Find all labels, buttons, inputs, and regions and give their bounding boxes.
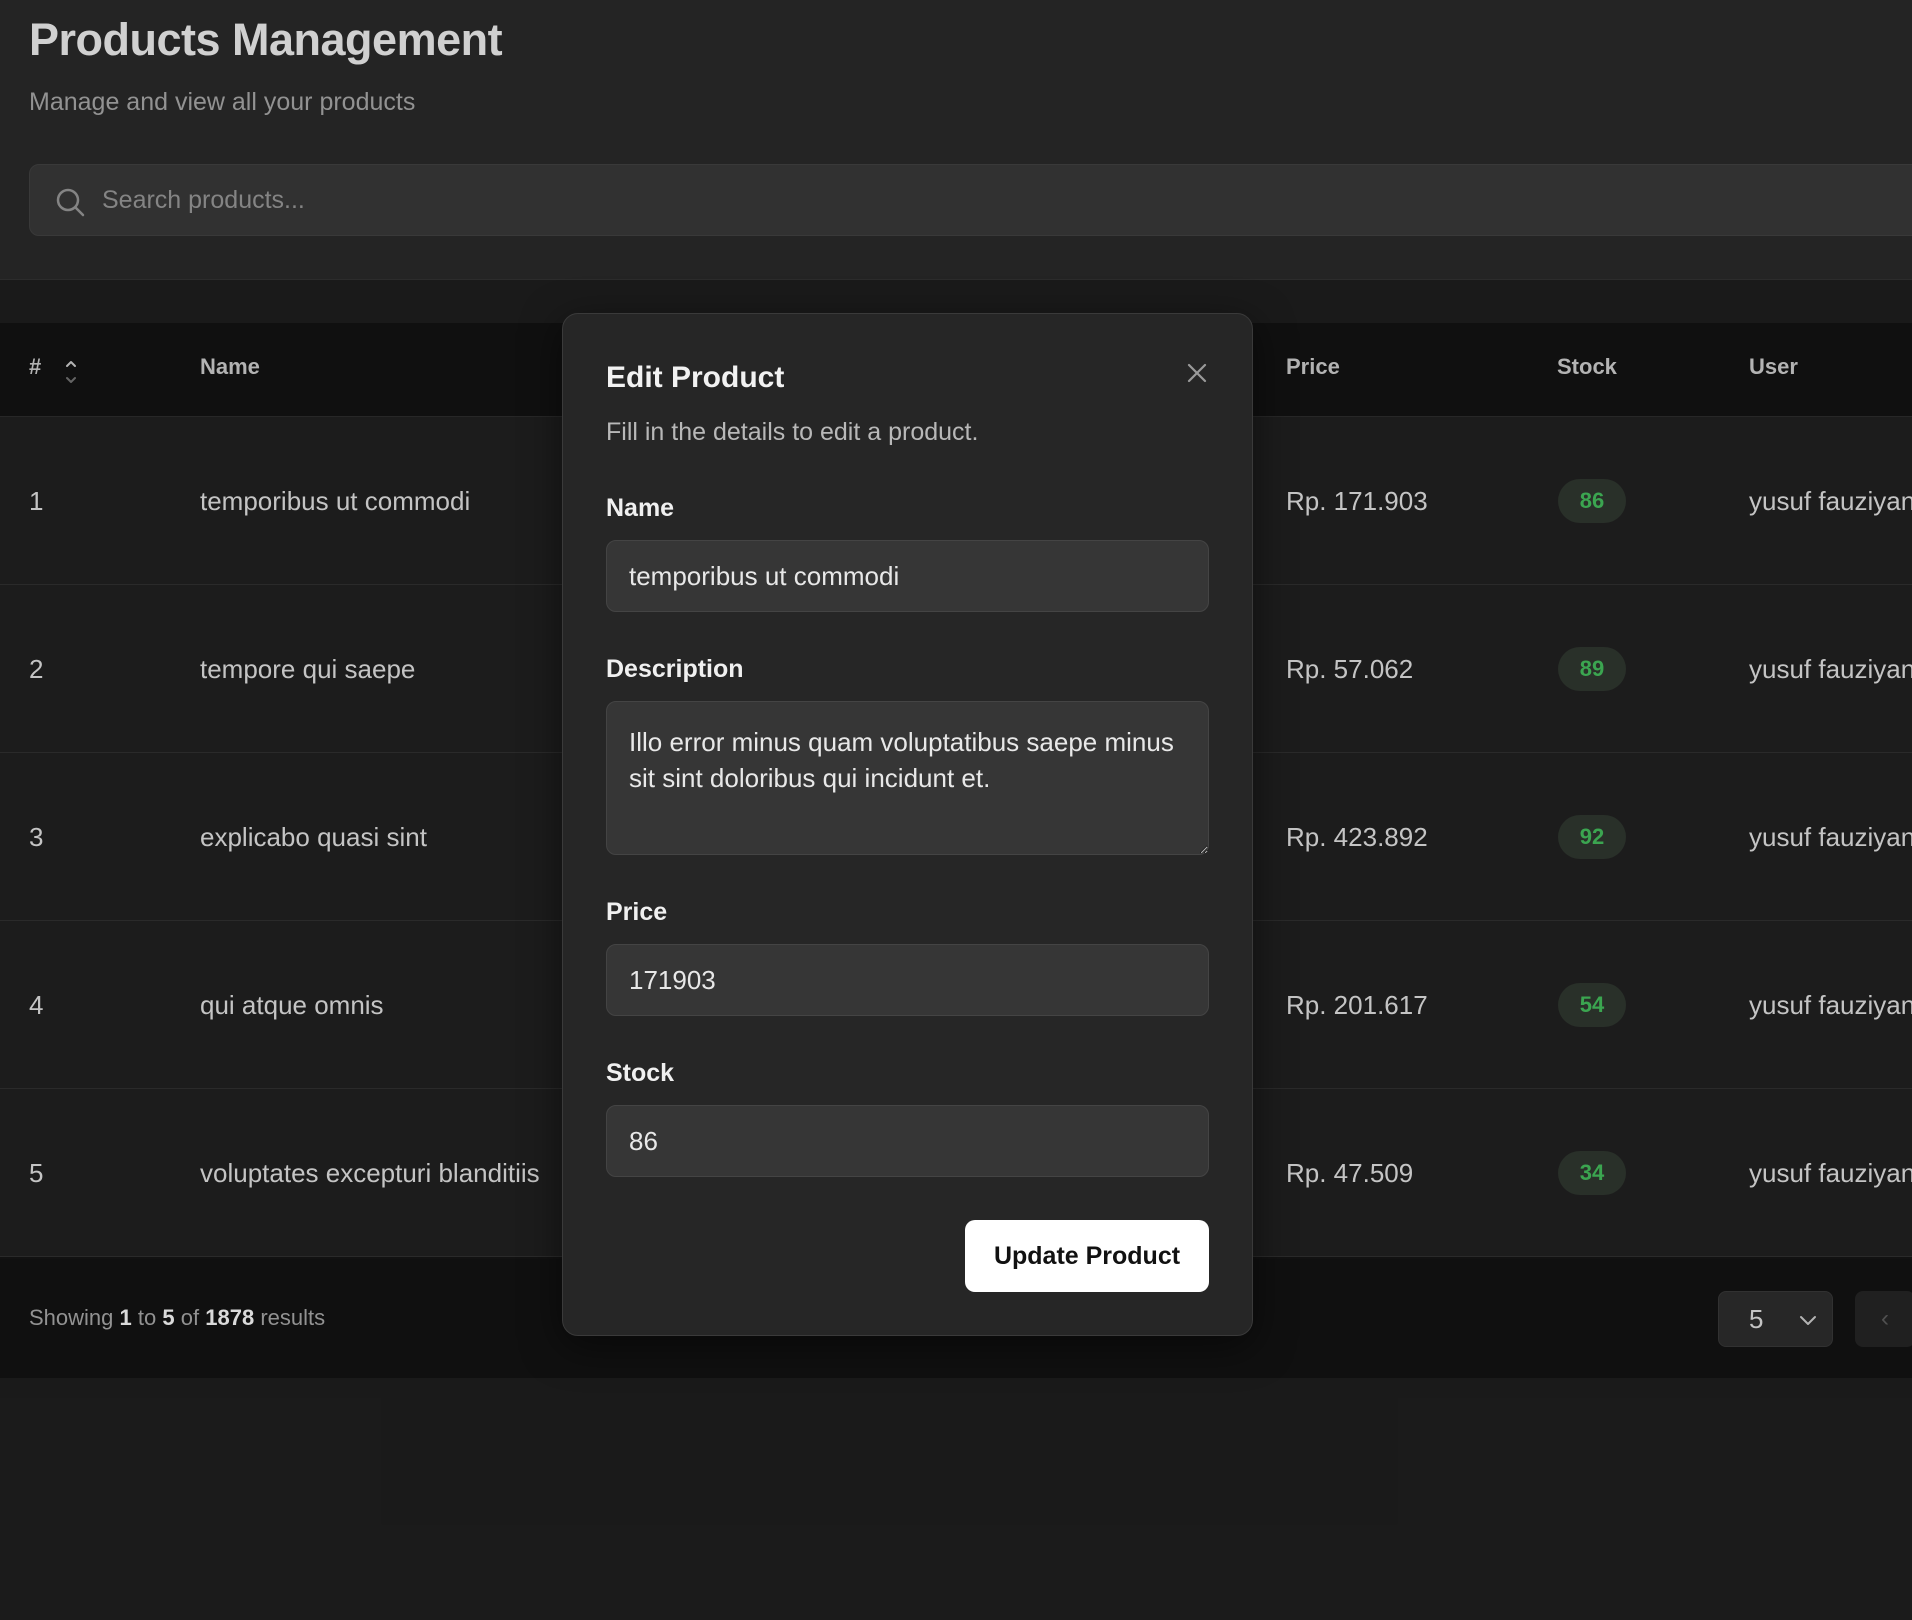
close-icon[interactable] [1181,357,1213,389]
stock-label: Stock [606,1059,675,1087]
description-field[interactable]: Illo error minus quam voluptatibus saepe… [606,701,1209,855]
products-page: Products Management Manage and view all … [0,0,1912,1620]
dialog-title: Edit Product [606,361,785,394]
description-label: Description [606,655,744,683]
price-label: Price [606,898,668,926]
name-label: Name [606,494,675,522]
name-field[interactable] [606,540,1209,612]
dialog-description: Fill in the details to edit a product. [606,418,979,446]
stock-field[interactable] [606,1105,1209,1177]
edit-product-dialog: Edit Product Fill in the details to edit… [562,313,1253,1336]
update-product-button[interactable]: Update Product [965,1220,1209,1292]
price-field[interactable] [606,944,1209,1016]
